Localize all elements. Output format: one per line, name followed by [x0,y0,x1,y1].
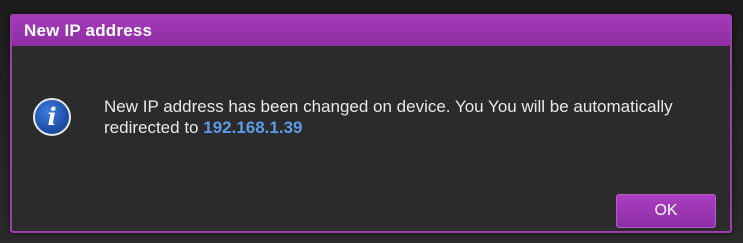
dialog-body: i New IP address has been changed on dev… [12,46,730,231]
ok-button[interactable]: OK [616,194,716,228]
dialog-titlebar: New IP address [12,16,730,46]
info-icon: i [33,98,71,136]
dialog-message: New IP address has been changed on devic… [104,96,714,138]
ip-address: 192.168.1.39 [203,118,303,137]
ip-change-dialog: New IP address i New IP address has been… [10,14,732,233]
dialog-title: New IP address [24,21,153,40]
info-icon-glyph: i [47,102,57,131]
message-text: New IP address has been changed on devic… [104,97,673,137]
